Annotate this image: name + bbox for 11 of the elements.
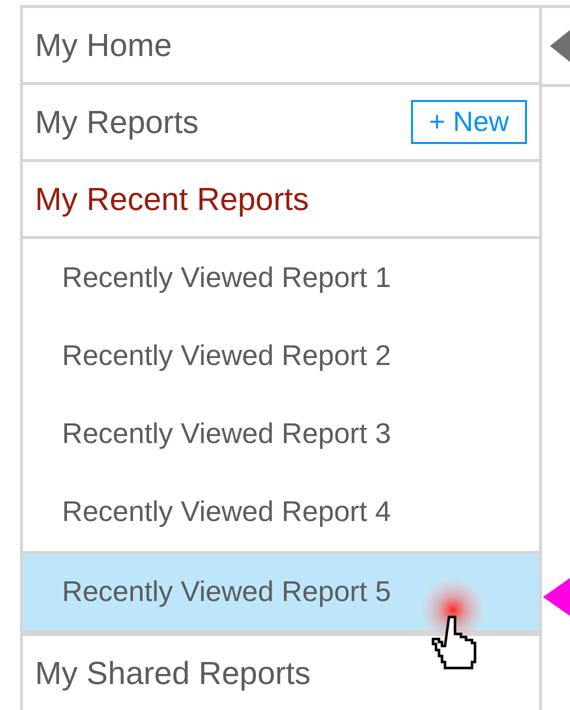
report-list-item[interactable]: Recently Viewed Report 5: [23, 551, 539, 633]
nav-section-link[interactable]: My Recent Reports: [35, 175, 309, 223]
pointer-icon: [543, 578, 570, 616]
nav-section-link[interactable]: My Shared Reports: [35, 649, 311, 697]
nav-section-link[interactable]: My Reports: [35, 98, 199, 146]
report-list-item[interactable]: Recently Viewed Report 3: [23, 395, 539, 473]
report-list-item[interactable]: Recently Viewed Report 1: [23, 239, 539, 317]
collapse-icon[interactable]: [550, 30, 570, 62]
report-list-item[interactable]: Recently Viewed Report 2: [23, 317, 539, 395]
nav-section-link[interactable]: My Home: [35, 21, 172, 69]
report-list-item[interactable]: Recently Viewed Report 4: [23, 473, 539, 551]
